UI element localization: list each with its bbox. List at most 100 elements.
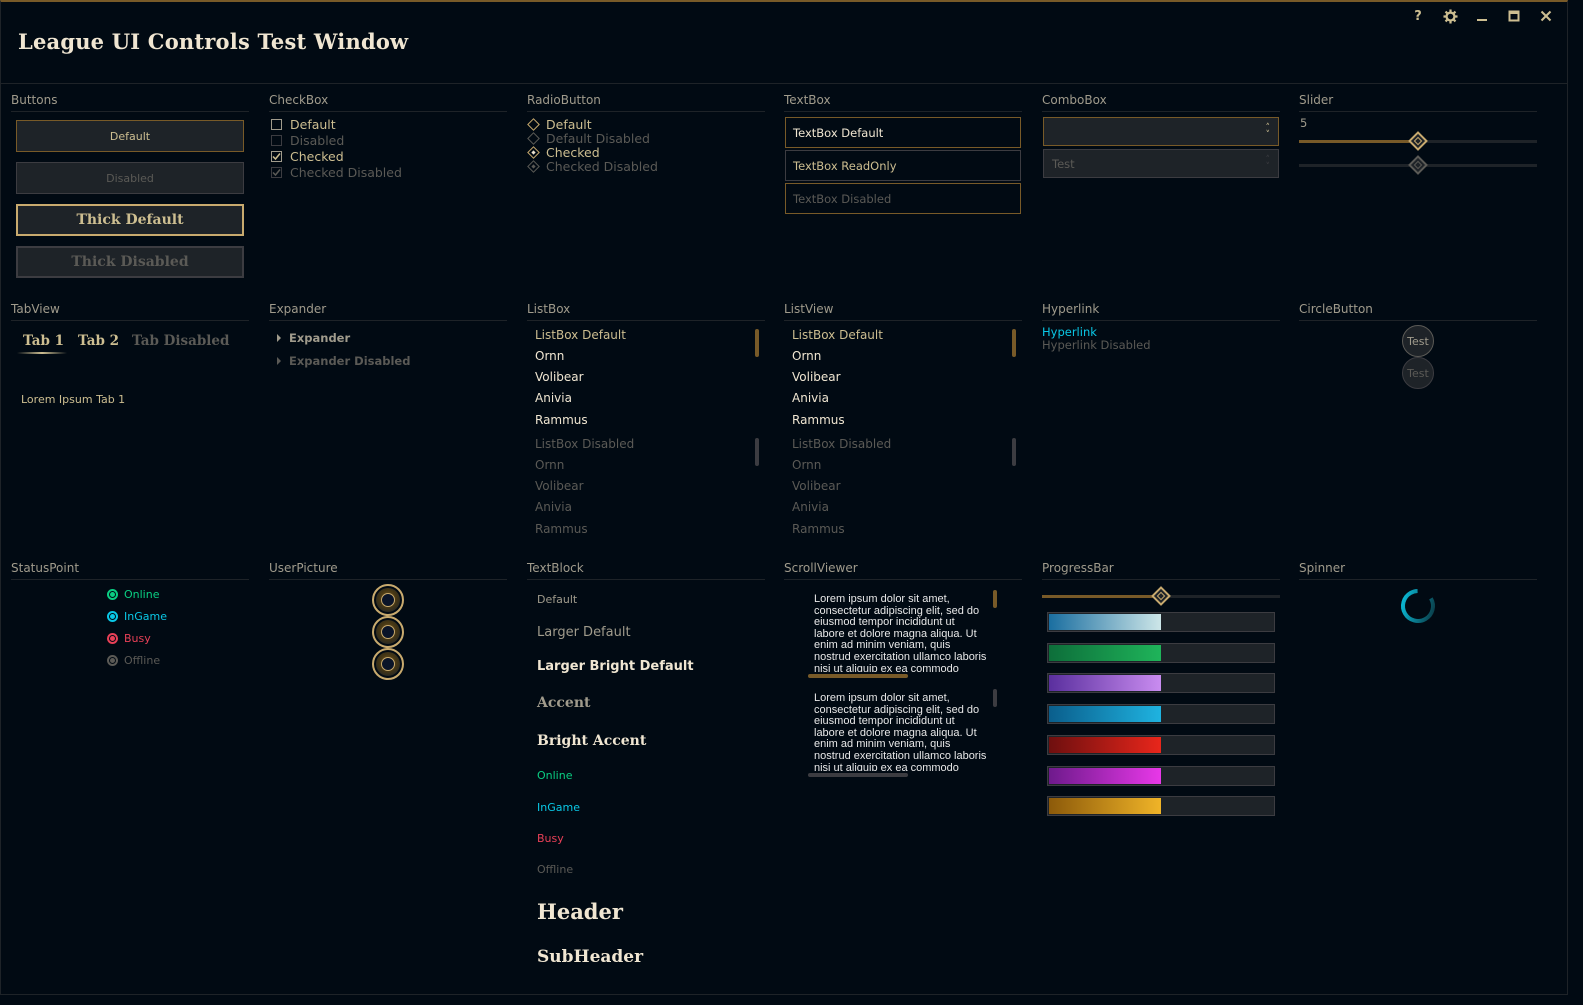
listview-scrollbar-disabled[interactable]: [1012, 438, 1016, 466]
expander-label: Expander Disabled: [289, 354, 411, 368]
radio-diamond-icon: [527, 145, 540, 159]
circle-button-disabled[interactable]: Test: [1402, 357, 1434, 389]
default-button[interactable]: Default: [16, 120, 244, 152]
tab-2[interactable]: Tab 2: [78, 333, 119, 349]
tab-disabled[interactable]: Tab Disabled: [132, 333, 229, 349]
list-item[interactable]: Rammus: [792, 522, 845, 536]
radio-diamond-icon: [527, 131, 540, 145]
list-item[interactable]: Volibear: [535, 370, 584, 384]
listview-section: ListView ListBox Default Ornn Volibear A…: [784, 301, 1022, 551]
list-item[interactable]: Volibear: [535, 479, 584, 493]
radio-checked[interactable]: Checked: [527, 145, 600, 160]
text-larger: Larger Default: [537, 625, 631, 640]
hyperlink-disabled[interactable]: Hyperlink Disabled: [1042, 338, 1151, 352]
hyperlink-section: Hyperlink Hyperlink Hyperlink Disabled: [1042, 301, 1280, 551]
combobox-default[interactable]: ˄ ˅: [1043, 117, 1279, 146]
radio-diamond-icon: [527, 117, 540, 131]
circle-button[interactable]: Test: [1402, 325, 1434, 357]
progress-fill: [1049, 614, 1161, 630]
checkbox-box: [271, 134, 282, 146]
hyperlink-default[interactable]: Hyperlink: [1042, 325, 1097, 339]
status-offline: Offline: [107, 654, 160, 667]
minimize-icon[interactable]: [1473, 7, 1491, 25]
expander-default[interactable]: Expander: [277, 331, 350, 345]
list-item[interactable]: ListBox Disabled: [792, 437, 891, 451]
list-item[interactable]: Ornn: [792, 349, 821, 363]
expander-label: Expander: [289, 331, 351, 345]
disabled-button[interactable]: Disabled: [16, 162, 244, 194]
list-item[interactable]: ListBox Default: [535, 328, 626, 342]
radio-checked-disabled[interactable]: Checked Disabled: [527, 159, 658, 174]
list-item[interactable]: Ornn: [535, 458, 564, 472]
checkbox-default[interactable]: Default: [271, 116, 336, 132]
list-item[interactable]: Ornn: [535, 349, 564, 363]
scrollviewer-vscrollbar[interactable]: [993, 590, 997, 608]
section-label: ProgressBar: [1042, 560, 1280, 580]
list-item[interactable]: Rammus: [792, 413, 845, 427]
help-icon[interactable]: ?: [1409, 7, 1427, 25]
listbox-section: ListBox ListBox Default Ornn Volibear An…: [527, 301, 765, 551]
list-item[interactable]: Volibear: [792, 479, 841, 493]
list-item[interactable]: Rammus: [535, 522, 588, 536]
checkbox-disabled[interactable]: Disabled: [271, 132, 344, 148]
tab-1[interactable]: Tab 1: [23, 333, 64, 349]
list-item[interactable]: Ornn: [792, 458, 821, 472]
listbox-scrollbar-disabled[interactable]: [755, 438, 759, 466]
combobox-disabled[interactable]: Test ˄ ˅: [1043, 149, 1279, 178]
thick-disabled-button[interactable]: Thick Disabled: [16, 246, 244, 278]
expander-disabled[interactable]: Expander Disabled: [277, 354, 410, 368]
textbox-default[interactable]: TextBox Default: [785, 117, 1021, 148]
checkbox-checked-disabled[interactable]: Checked Disabled: [271, 164, 402, 180]
progress-bar: [1047, 765, 1275, 786]
list-item[interactable]: ListBox Disabled: [535, 437, 634, 451]
list-item[interactable]: Anivia: [535, 500, 572, 514]
progress-bar: [1047, 642, 1275, 663]
radio-default[interactable]: Default: [527, 117, 592, 132]
combobox-value: Test: [1052, 156, 1075, 171]
circlebutton-section: CircleButton Test Test: [1299, 301, 1537, 551]
tab-content: Lorem Ipsum Tab 1: [21, 393, 126, 406]
scrollviewer-section: ScrollViewer Lorem ipsum dolor sit amet,…: [784, 560, 1022, 790]
radio-default-disabled[interactable]: Default Disabled: [527, 131, 650, 146]
thick-default-button[interactable]: Thick Default: [16, 204, 244, 236]
list-item[interactable]: Anivia: [535, 391, 572, 405]
scrollviewer-content[interactable]: Lorem ipsum dolor sit amet, consectetur …: [814, 594, 988, 672]
checkbox-label: Checked Disabled: [290, 164, 402, 180]
list-item[interactable]: ListBox Default: [792, 328, 883, 342]
radio-diamond-icon: [527, 159, 540, 173]
text-default: Default: [537, 593, 578, 606]
checkbox-checked[interactable]: Checked: [271, 148, 344, 164]
scrollviewer-vscrollbar-disabled[interactable]: [993, 689, 997, 707]
textbox-disabled[interactable]: TextBox Disabled: [785, 183, 1021, 214]
status-dot-icon: [107, 589, 118, 600]
title-bar[interactable]: League UI Controls Test Window ?: [1, 2, 1567, 84]
text-accent: Accent: [537, 695, 591, 711]
scrollviewer-hscrollbar-disabled[interactable]: [808, 773, 908, 777]
slider-fill: [1042, 595, 1161, 598]
status-dot-icon: [107, 655, 118, 666]
status-ingame: InGame: [107, 610, 167, 623]
status-online: Online: [107, 588, 159, 601]
text-header: Header: [537, 899, 623, 924]
scrollviewer-content-disabled[interactable]: Lorem ipsum dolor sit amet, consectetur …: [814, 693, 988, 771]
slider-thumb-disabled[interactable]: [1408, 155, 1428, 175]
list-item[interactable]: Anivia: [792, 391, 829, 405]
gear-icon[interactable]: [1441, 7, 1459, 25]
section-label: Buttons: [11, 92, 249, 112]
list-item[interactable]: Volibear: [792, 370, 841, 384]
progress-slider-thumb[interactable]: [1151, 586, 1171, 606]
scrollviewer-hscrollbar[interactable]: [808, 674, 908, 678]
list-item[interactable]: Rammus: [535, 413, 588, 427]
textbox-readonly[interactable]: TextBox ReadOnly: [785, 150, 1021, 181]
listview-scrollbar[interactable]: [1012, 329, 1016, 357]
slider-thumb[interactable]: [1408, 131, 1428, 151]
spinner-section: Spinner: [1299, 560, 1537, 660]
list-item[interactable]: Anivia: [792, 500, 829, 514]
listbox-scrollbar[interactable]: [755, 329, 759, 357]
text-ingame: InGame: [537, 801, 580, 814]
maximize-icon[interactable]: [1505, 7, 1523, 25]
updown-arrow-icon: ˄ ˅: [1265, 122, 1271, 140]
close-icon[interactable]: [1537, 7, 1555, 25]
section-label: TextBox: [784, 92, 1022, 112]
text-busy: Busy: [537, 832, 564, 845]
